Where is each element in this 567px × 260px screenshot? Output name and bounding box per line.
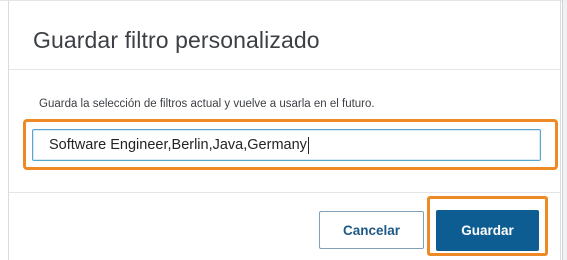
save-filter-dialog: Guardar filtro personalizado Guarda la s… (8, 1, 561, 260)
header-divider (9, 69, 560, 70)
dialog-title: Guardar filtro personalizado (33, 27, 320, 53)
save-button[interactable]: Guardar (436, 210, 539, 251)
footer-divider (9, 192, 560, 193)
background-page-edge (562, 0, 567, 260)
filter-name-input[interactable]: Software Engineer,Berlin,Java,Germany (32, 129, 541, 161)
text-caret (307, 136, 309, 154)
dialog-description: Guarda la selección de filtros actual y … (39, 98, 375, 110)
filter-name-value: Software Engineer,Berlin,Java,Germany (49, 137, 307, 153)
cancel-button[interactable]: Cancelar (319, 211, 424, 249)
